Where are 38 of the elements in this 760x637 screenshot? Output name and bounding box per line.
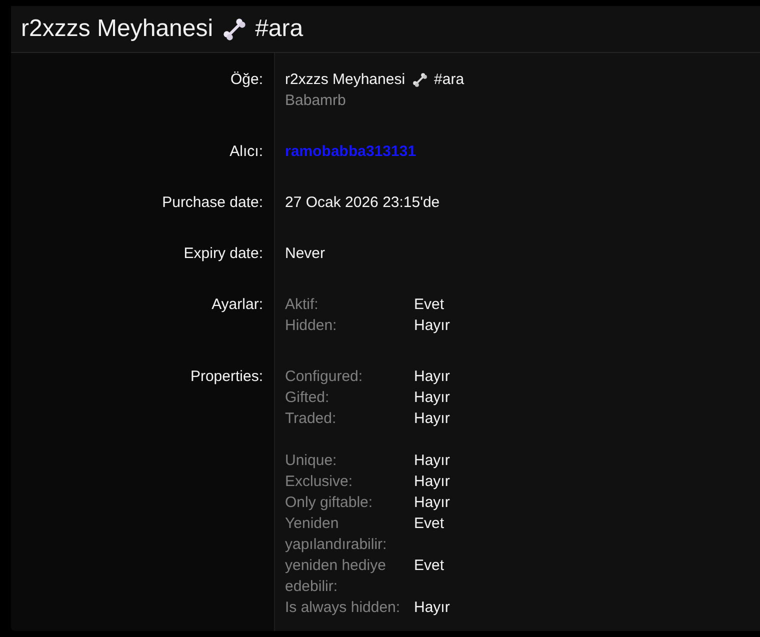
property-value: Hayır [414, 316, 450, 336]
property-key: Hidden: [285, 315, 414, 336]
property-key: Traded: [285, 408, 414, 429]
property-key: Unique: [285, 450, 414, 471]
property-value: Evet [414, 556, 444, 576]
property-value: Evet [414, 514, 444, 534]
property-key: Gifted: [285, 387, 414, 408]
bone-icon [412, 72, 428, 88]
dialog-title: r2xzzs Meyhanesi [21, 15, 214, 43]
field-label: Properties: [190, 367, 264, 387]
property-key: Aktif: [285, 294, 414, 315]
property-value: Hayır [414, 472, 450, 492]
property-key: Configured: [285, 366, 414, 387]
recipient-link[interactable]: ramobabba313131 [285, 143, 416, 160]
field-value: 27 Ocak 2026 23:15'de [285, 194, 440, 211]
property-value: Hayır [414, 451, 450, 471]
property-value: Hayır [414, 409, 450, 429]
item-name: r2xzzs Meyhanesi [285, 70, 406, 90]
bone-icon [222, 16, 248, 42]
field-label: Ayarlar: [212, 295, 264, 315]
property-value: Hayır [414, 493, 450, 513]
dialog-title-tag: #ara [255, 15, 304, 43]
field-label: Purchase date: [162, 193, 264, 213]
property-value: Hayır [414, 388, 450, 408]
property-key: Exclusive: [285, 471, 414, 492]
item-tag: #ara [434, 69, 464, 90]
field-label: Alıcı: [230, 142, 264, 162]
property-key: Yeniden yapılandırabilir: [285, 513, 414, 555]
property-value: Evet [414, 295, 444, 315]
property-key: Is always hidden: [285, 597, 414, 618]
item-owner: Babamrb [285, 91, 347, 111]
property-value: Hayır [414, 598, 450, 618]
property-key: yeniden hediye edebilir: [285, 555, 414, 597]
property-value: Hayır [414, 367, 450, 387]
field-value: Never [285, 245, 326, 262]
field-label: Expiry date: [184, 244, 264, 264]
field-label: Öğe: [230, 70, 264, 90]
property-key: Only giftable: [285, 492, 414, 513]
